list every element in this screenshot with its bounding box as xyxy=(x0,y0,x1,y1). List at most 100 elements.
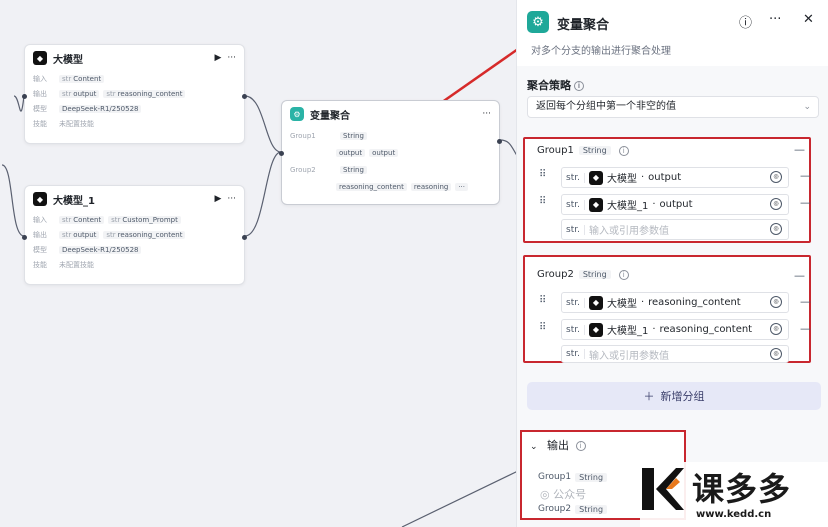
input-label: 输入 xyxy=(33,74,47,83)
group-card-2: Group2 String i — ⠿ str. ◆ 大模型 · reasoning… xyxy=(523,255,811,363)
group1-var: output xyxy=(336,148,366,157)
wechat-icon: ◎ xyxy=(540,488,550,501)
more-icon[interactable]: ··· xyxy=(227,53,236,63)
llm-logo-icon: ◆ xyxy=(588,197,603,212)
variable-ref[interactable]: str. ◆ 大模型 · output ◎ xyxy=(561,167,789,188)
strategy-select[interactable]: 返回每个分组中第一个非空的值 ⌄ xyxy=(527,96,819,118)
info-icon[interactable]: i xyxy=(574,81,584,91)
input-chip: str Content xyxy=(59,215,105,224)
variable-ref[interactable]: str. ◆ 大模型 · reasoning_content ◎ xyxy=(561,292,789,313)
variable-input[interactable]: str. 输入或引用参数值 ◎ xyxy=(561,345,789,363)
node-title: 变量聚合 xyxy=(310,110,350,122)
skill-label: 技能 xyxy=(33,119,47,128)
output-port[interactable] xyxy=(242,94,247,99)
panel-description: 对多个分支的输出进行聚合处理 xyxy=(531,46,671,57)
group2-var: reasoning_content xyxy=(336,182,407,191)
group2-label: Group2 xyxy=(290,165,316,174)
remove-variable-button[interactable]: — xyxy=(800,295,811,308)
play-icon[interactable]: ▶ xyxy=(214,194,221,204)
output-port[interactable] xyxy=(497,139,502,144)
remove-variable-button[interactable]: — xyxy=(800,196,811,209)
remove-group-button[interactable]: — xyxy=(794,143,805,156)
strategy-heading: 聚合策略 i xyxy=(527,77,584,93)
info-icon[interactable]: i xyxy=(618,145,629,156)
llm-logo-icon: ◆ xyxy=(33,192,47,206)
output-chip: str output xyxy=(59,89,100,98)
target-icon[interactable]: ◎ xyxy=(770,296,782,308)
output-port[interactable] xyxy=(242,235,247,240)
aggregator-node[interactable]: ⚙ 变量聚合 ··· Group1 String output output G… xyxy=(279,100,502,205)
close-icon[interactable]: ✕ xyxy=(803,12,814,27)
add-group-button[interactable]: ＋ 新增分组 xyxy=(527,382,821,410)
llm-node-1[interactable]: ◆ 大模型 ▶ ··· 输入 str Content 输出 str output s… xyxy=(22,44,247,144)
more-icon[interactable]: ··· xyxy=(769,12,781,27)
node-title: 大模型 xyxy=(53,54,83,66)
panel-header: ⚙ 变量聚合 ⓘ ··· ✕ 对多个分支的输出进行聚合处理 xyxy=(517,0,828,66)
input-port[interactable] xyxy=(22,235,27,240)
brand-name: 课多多 xyxy=(692,470,792,508)
watermark: ◎ 公众号 xyxy=(540,488,587,501)
brand-logo-icon xyxy=(642,468,684,510)
group1-var: output xyxy=(369,148,399,157)
group-name[interactable]: Group1 xyxy=(537,145,574,156)
more-icon[interactable]: ··· xyxy=(455,182,469,191)
chevron-down-icon: ⌄ xyxy=(530,442,538,452)
group-name[interactable]: Group2 xyxy=(537,269,574,280)
output-row: Group1 String xyxy=(538,472,608,482)
brand-url: www.kedd.cn xyxy=(696,509,772,520)
group-type: String xyxy=(578,270,611,279)
group1-label: Group1 xyxy=(290,131,316,140)
output-chip: str reasoning_content xyxy=(103,89,186,98)
variable-input[interactable]: str. 输入或引用参数值 ◎ xyxy=(561,219,789,240)
group2-var: reasoning xyxy=(410,182,452,191)
input-chip: str Content xyxy=(59,74,105,83)
target-icon[interactable]: ◎ xyxy=(770,323,782,335)
input-chip: str Custom_Prompt xyxy=(108,215,181,224)
chevron-down-icon: ⌄ xyxy=(803,102,811,112)
target-icon[interactable]: ◎ xyxy=(770,348,782,360)
group-header: Group1 String i xyxy=(537,145,629,156)
group-type: String xyxy=(578,146,611,155)
output-chip: str output xyxy=(59,230,100,239)
info-icon[interactable]: i xyxy=(618,269,629,280)
play-icon[interactable]: ▶ xyxy=(214,53,221,63)
remove-group-button[interactable]: — xyxy=(794,269,805,282)
output-label: 输出 xyxy=(33,230,47,239)
llm-logo-icon: ◆ xyxy=(588,322,603,337)
remove-variable-button[interactable]: — xyxy=(800,169,811,182)
output-header[interactable]: ⌄ 输出 i xyxy=(530,437,586,453)
model-label: 模型 xyxy=(33,245,47,254)
target-icon[interactable]: ◎ xyxy=(770,171,782,183)
skill-value: 未配置技能 xyxy=(59,119,94,128)
aggregator-logo-icon: ⚙ xyxy=(527,11,549,33)
group1-type: String xyxy=(340,131,367,140)
input-label: 输入 xyxy=(33,215,47,224)
drag-handle-icon[interactable]: ⠿ xyxy=(539,196,546,207)
drag-handle-icon[interactable]: ⠿ xyxy=(539,169,546,180)
target-icon[interactable]: ◎ xyxy=(770,223,782,235)
output-row: Group2 String xyxy=(538,504,608,514)
aggregator-logo-icon: ⚙ xyxy=(290,107,304,121)
info-icon[interactable]: i xyxy=(575,441,586,451)
llm-logo-icon: ◆ xyxy=(588,170,603,185)
drag-handle-icon[interactable]: ⠿ xyxy=(539,322,546,333)
remove-variable-button[interactable]: — xyxy=(800,322,811,335)
drag-handle-icon[interactable]: ⠿ xyxy=(539,295,546,306)
more-icon[interactable]: ··· xyxy=(227,194,236,204)
group-card-1: Group1 String i — ⠿ str. ◆ 大模型 · output ◎ … xyxy=(523,137,811,243)
skill-label: 技能 xyxy=(33,260,47,269)
llm-logo-icon: ◆ xyxy=(588,295,603,310)
variable-ref[interactable]: str. ◆ 大模型_1 · output ◎ xyxy=(561,194,789,215)
input-port[interactable] xyxy=(279,151,284,156)
model-label: 模型 xyxy=(33,104,47,113)
target-icon[interactable]: ◎ xyxy=(770,198,782,210)
llm-node-2[interactable]: ◆ 大模型_1 ▶ ··· 输入 str Content str Custom_Pr… xyxy=(22,185,247,285)
input-port[interactable] xyxy=(22,94,27,99)
help-icon[interactable]: ⓘ xyxy=(739,12,752,31)
model-chip: DeepSeek-R1/250528 xyxy=(59,104,142,113)
llm-logo-icon: ◆ xyxy=(33,51,47,65)
more-icon[interactable]: ··· xyxy=(482,109,491,119)
variable-ref[interactable]: str. ◆ 大模型_1 · reasoning_content ◎ xyxy=(561,319,789,340)
group-header: Group2 String i xyxy=(537,269,629,280)
panel-title: 变量聚合 xyxy=(557,18,610,33)
